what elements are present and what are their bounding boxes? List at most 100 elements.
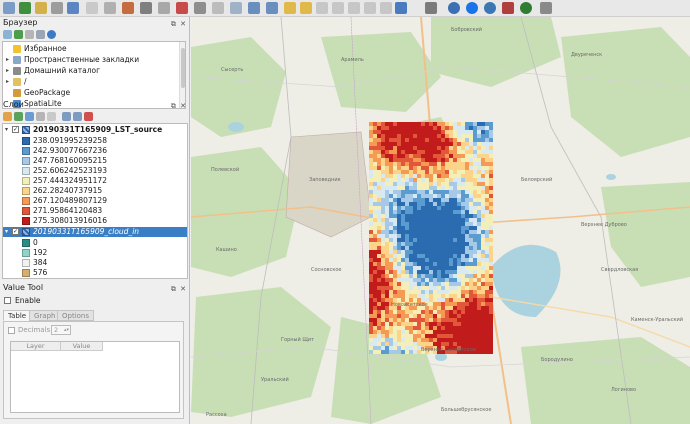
enable-checkbox[interactable]: [4, 297, 11, 304]
layers-tree[interactable]: ▾ ✓ 20190331T165909_LST_source 238.09199523…: [2, 123, 188, 279]
legend-swatch: [22, 239, 30, 247]
legend-label: 384: [33, 258, 48, 267]
vertex-icon[interactable]: [35, 2, 47, 14]
expand-arrow-icon[interactable]: ▸: [6, 77, 12, 87]
pencil-icon[interactable]: [86, 2, 98, 14]
folder-icon: [13, 78, 21, 86]
label-hide-icon[interactable]: [380, 2, 392, 14]
redo-icon[interactable]: [266, 2, 278, 14]
value-tool-table-pane: Decimals 2 ▴▾ Layer Value: [3, 321, 184, 419]
decimals-value: 2: [54, 326, 59, 334]
raster-plugin-icon[interactable]: [425, 2, 437, 14]
label-move-icon[interactable]: [332, 2, 344, 14]
map-place-label: Сосновское: [311, 267, 342, 273]
eye-icon[interactable]: [25, 112, 34, 121]
tab-table[interactable]: Table: [3, 310, 32, 321]
layer-lst[interactable]: ▾ ✓ 20190331T165909_LST_source: [3, 125, 187, 135]
browser-item[interactable]: GeoPackage: [3, 88, 173, 98]
browser-item[interactable]: ▸ Пространственные закладки: [3, 55, 173, 65]
drive-icon[interactable]: [466, 2, 478, 14]
legend-entry: 247.768160095215: [3, 156, 187, 166]
browser-item[interactable]: Избранное: [3, 44, 173, 54]
paste-icon[interactable]: [230, 2, 242, 14]
expand-all-icon[interactable]: [62, 112, 71, 121]
digitize-icon[interactable]: [51, 2, 63, 14]
legend-swatch: [22, 157, 30, 165]
layer-visibility-checkbox[interactable]: ✓: [12, 126, 19, 133]
tab-graph[interactable]: Graph: [29, 310, 61, 321]
layer-visibility-checkbox[interactable]: ✓: [12, 228, 19, 235]
label-icon[interactable]: [284, 2, 296, 14]
browser-item[interactable]: ▸ /: [3, 77, 173, 87]
map-place-label: Большебрусянское: [441, 407, 492, 413]
node-icon[interactable]: [140, 2, 152, 14]
filter-legend-icon[interactable]: [36, 112, 45, 121]
value-table[interactable]: Layer Value: [10, 341, 180, 413]
panel-float-close-icons[interactable]: ⧉ ✕: [171, 283, 187, 295]
expression-icon[interactable]: [47, 112, 56, 121]
scrollbar-thumb[interactable]: [181, 48, 185, 88]
collapse-icon[interactable]: [36, 30, 45, 39]
python-icon[interactable]: [484, 2, 496, 14]
layer-cloud[interactable]: ▾ ✓ 20190331T165909_cloud_in: [3, 227, 187, 237]
map-place-label: Верхнее Сысертское: [421, 347, 476, 353]
filter-icon[interactable]: [25, 30, 34, 39]
legend-entry: 257.444324951172: [3, 176, 187, 186]
cut-icon[interactable]: [194, 2, 206, 14]
save-edits-icon[interactable]: [104, 2, 116, 14]
legend-swatch: [22, 207, 30, 215]
map-place-label: Бобровский: [451, 27, 483, 33]
collapse-arrow-icon[interactable]: ▾: [5, 227, 11, 237]
identify-icon[interactable]: [395, 2, 407, 14]
map-place-label: Двуреченск: [571, 52, 603, 58]
legend-swatch: [22, 249, 30, 257]
decimals-checkbox[interactable]: [8, 327, 15, 334]
main-toolbar: [0, 0, 690, 17]
label-change-icon[interactable]: [364, 2, 376, 14]
legend-swatch: [22, 137, 30, 145]
home-folder-icon: [13, 67, 21, 75]
map-place-label: Уральский: [261, 377, 289, 383]
label-show-icon[interactable]: [316, 2, 328, 14]
col-value-header[interactable]: Value: [61, 342, 103, 351]
legend-swatch: [22, 187, 30, 195]
delete-icon[interactable]: [176, 2, 188, 14]
expand-arrow-icon[interactable]: ▸: [6, 66, 12, 76]
col-layer-header[interactable]: Layer: [11, 342, 61, 351]
spin-arrows-icon[interactable]: ▴▾: [64, 326, 69, 334]
label-rotate-icon[interactable]: [348, 2, 360, 14]
expand-arrow-icon[interactable]: ▸: [6, 55, 12, 65]
add-group-icon[interactable]: [14, 112, 23, 121]
move-icon[interactable]: [158, 2, 170, 14]
legend-label: 252.606242523193: [33, 166, 107, 175]
style-icon[interactable]: [3, 112, 12, 121]
info-icon[interactable]: [47, 30, 56, 39]
decimals-spinbox[interactable]: 2 ▴▾: [51, 325, 71, 335]
remove-layer-icon[interactable]: [84, 112, 93, 121]
tab-options[interactable]: Options: [57, 310, 95, 321]
add-layer-icon[interactable]: [3, 30, 12, 39]
extra-icon[interactable]: [540, 2, 552, 14]
copy-icon[interactable]: [212, 2, 224, 14]
label-pin-icon[interactable]: [300, 2, 312, 14]
info-icon[interactable]: [520, 2, 532, 14]
refresh-icon[interactable]: [14, 30, 23, 39]
edit-icon[interactable]: [67, 2, 79, 14]
select-icon[interactable]: [3, 2, 15, 14]
undo-icon[interactable]: [248, 2, 260, 14]
processing-icon[interactable]: [502, 2, 514, 14]
pan-icon[interactable]: [19, 2, 31, 14]
layer-name: 20190331T165909_cloud_in: [33, 227, 140, 236]
globe-icon[interactable]: [448, 2, 460, 14]
legend-entry: 271.95864120483: [3, 206, 187, 216]
add-feature-icon[interactable]: [122, 2, 134, 14]
legend-label: 238.091995239258: [33, 136, 107, 145]
map-place-label: Горный Щит: [281, 337, 314, 343]
legend-label: 242.930077667236: [33, 146, 107, 155]
legend-swatch: [22, 217, 30, 225]
map-canvas[interactable]: Сысерть Арамиль Бобровский Двуреченск Полевс…: [191, 17, 690, 424]
collapse-arrow-icon[interactable]: ▾: [5, 125, 11, 135]
browser-item-label: Домашний каталог: [24, 66, 101, 75]
collapse-all-icon[interactable]: [73, 112, 82, 121]
browser-item[interactable]: ▸ Домашний каталог: [3, 66, 173, 76]
